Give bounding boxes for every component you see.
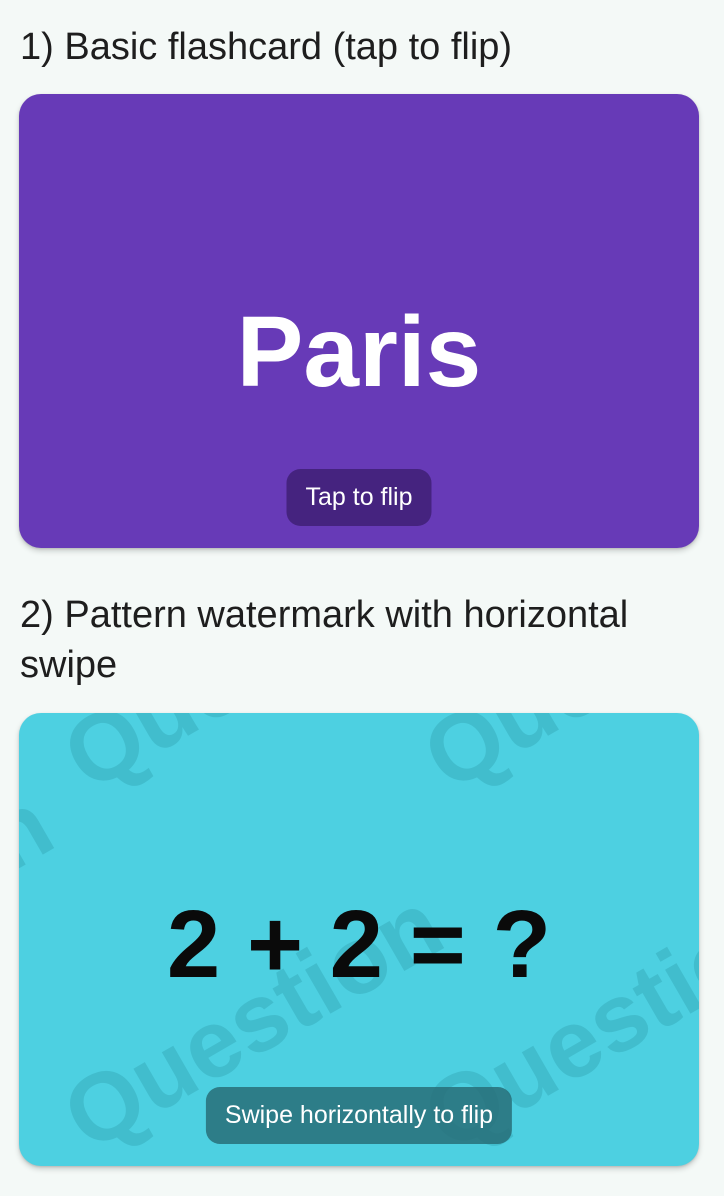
flashcard-front-text: Paris: [236, 296, 482, 408]
basic-flashcard[interactable]: Paris Tap to flip: [19, 94, 699, 548]
watermark-flashcard[interactable]: Question Question Question Question Ques…: [19, 713, 699, 1166]
swipe-to-flip-hint: Swipe horizontally to flip: [205, 1087, 513, 1144]
watermark-text: Question: [406, 713, 699, 811]
watermark-text: Question: [46, 713, 460, 811]
section-title-basic-flashcard: 1) Basic flashcard (tap to flip): [20, 26, 513, 68]
section-title-watermark-flashcard: 2) Pattern watermark with horizontal swi…: [20, 594, 629, 686]
tap-to-flip-hint: Tap to flip: [286, 469, 432, 526]
flashcard-question-text: 2 + 2 = ?: [166, 891, 552, 998]
